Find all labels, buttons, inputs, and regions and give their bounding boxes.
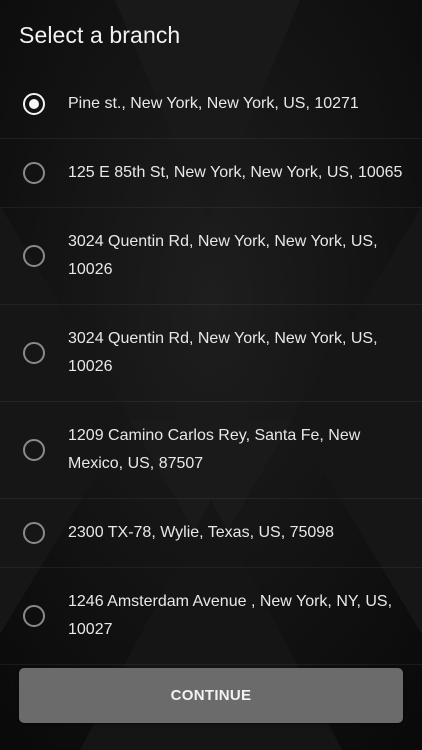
branch-option[interactable]: 1209 Camino Carlos Rey, Santa Fe, New Me… xyxy=(0,402,422,499)
branch-address: 1246 Amsterdam Avenue , New York, NY, US… xyxy=(68,593,393,638)
branch-option[interactable]: 3024 Quentin Rd, New York, New York, US,… xyxy=(0,305,422,402)
branch-selection-screen: Select a branch Pine st., New York, New … xyxy=(0,0,422,750)
branch-option[interactable]: Pine st., New York, New York, US, 10271 xyxy=(0,70,422,139)
branch-option[interactable]: 3024 Quentin Rd, New York, New York, US,… xyxy=(0,208,422,305)
radio-unchecked-icon[interactable] xyxy=(23,245,45,267)
continue-button[interactable]: CONTINUE xyxy=(19,668,403,723)
page-title: Select a branch xyxy=(19,22,181,48)
radio-unchecked-icon[interactable] xyxy=(23,342,45,364)
radio-unchecked-icon[interactable] xyxy=(23,439,45,461)
branch-address: 1209 Camino Carlos Rey, Santa Fe, New Me… xyxy=(68,427,361,472)
branch-address: Pine st., New York, New York, US, 10271 xyxy=(68,95,359,112)
branch-option[interactable]: 2300 TX-78, Wylie, Texas, US, 75098 xyxy=(0,499,422,568)
branch-option[interactable]: 125 E 85th St, New York, New York, US, 1… xyxy=(0,139,422,208)
radio-checked-icon[interactable] xyxy=(23,93,45,115)
radio-unchecked-icon[interactable] xyxy=(23,522,45,544)
branch-option[interactable]: 1246 Amsterdam Avenue , New York, NY, US… xyxy=(0,568,422,665)
branch-address: 3024 Quentin Rd, New York, New York, US,… xyxy=(68,330,378,375)
branch-address: 2300 TX-78, Wylie, Texas, US, 75098 xyxy=(68,524,335,541)
branch-address: 125 E 85th St, New York, New York, US, 1… xyxy=(68,164,403,181)
branch-address: 3024 Quentin Rd, New York, New York, US,… xyxy=(68,233,378,278)
radio-unchecked-icon[interactable] xyxy=(23,162,45,184)
radio-unchecked-icon[interactable] xyxy=(23,605,45,627)
branch-list: Pine st., New York, New York, US, 10271 … xyxy=(0,70,422,665)
